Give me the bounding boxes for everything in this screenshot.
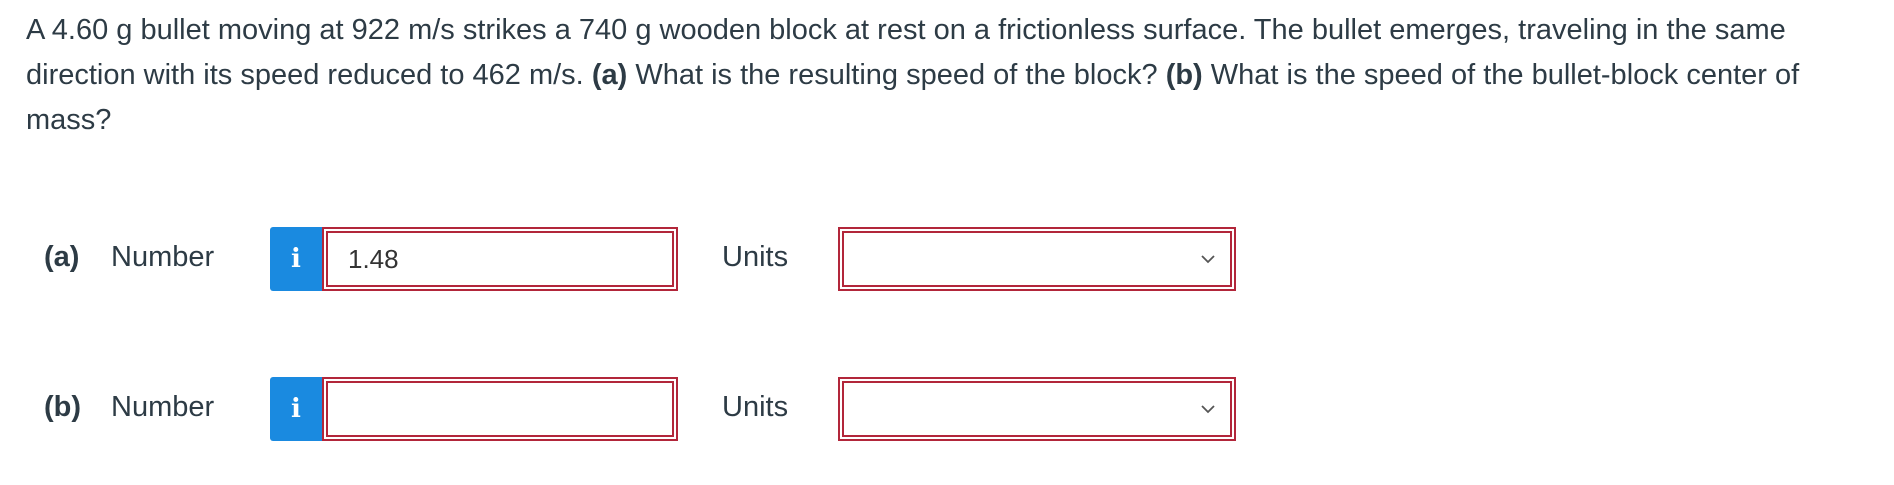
question-part-b-marker: (b) (1165, 59, 1203, 91)
chevron-down-icon (1201, 405, 1215, 414)
number-input-a[interactable]: 1.48 (322, 227, 678, 291)
units-select-b[interactable] (838, 377, 1236, 441)
number-label-b: Number (111, 391, 215, 423)
number-label-a: Number (111, 241, 215, 273)
answer-row-b: (b) Number i Units (0, 377, 1894, 441)
info-icon: i (291, 394, 301, 424)
units-select-a[interactable] (838, 227, 1236, 291)
answer-row-a: (a) Number i 1.48 Units (0, 227, 1894, 291)
question-part-a-text: What is the resulting speed of the block… (627, 59, 1166, 91)
units-label-b: Units (722, 391, 789, 423)
part-label-a: (a) (44, 241, 80, 273)
number-input-b[interactable] (322, 377, 678, 441)
info-button-b[interactable]: i (270, 377, 322, 441)
question-text: A 4.60 g bullet moving at 922 m/s strike… (26, 8, 1876, 143)
info-icon: i (291, 244, 301, 274)
chevron-down-icon (1201, 255, 1215, 264)
part-label-b: (b) (44, 391, 82, 423)
info-button-a[interactable]: i (270, 227, 322, 291)
question-part-a-marker: (a) (591, 59, 628, 91)
units-label-a: Units (722, 241, 789, 273)
